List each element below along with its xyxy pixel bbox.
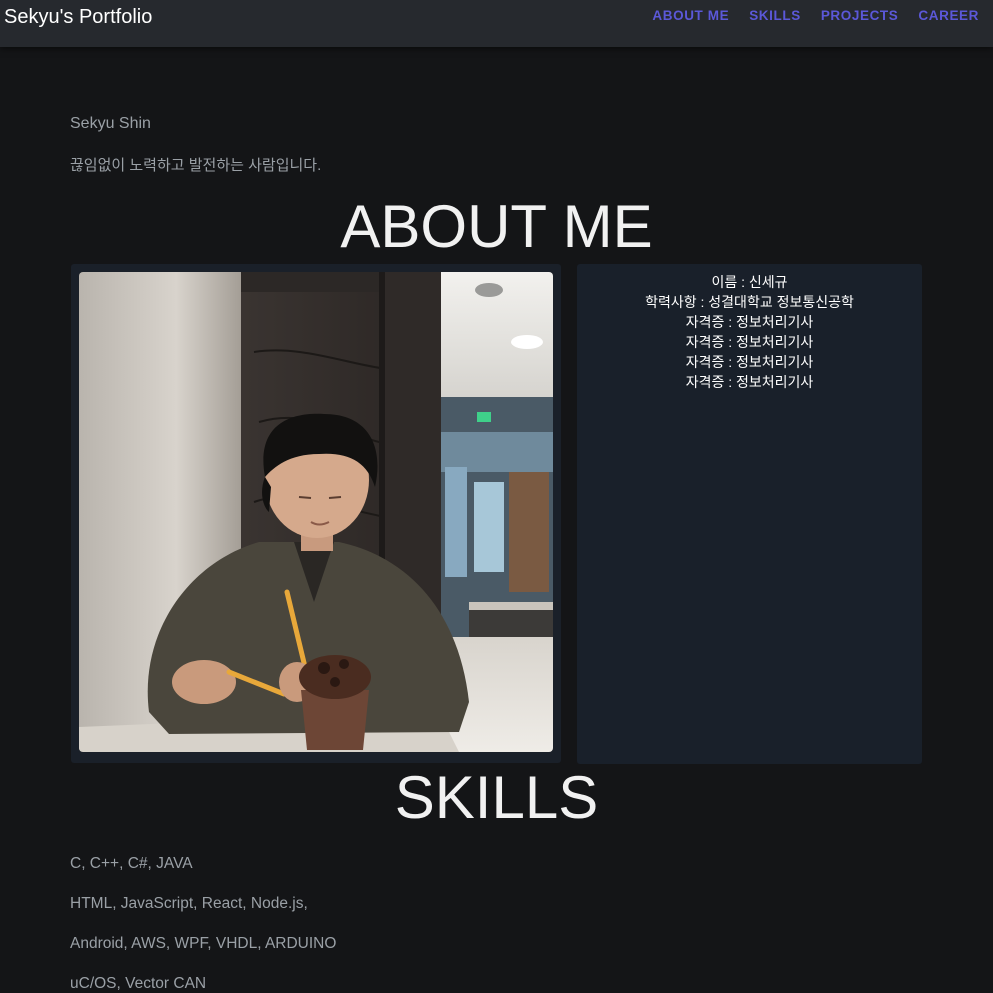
skill-item: Android, AWS, WPF, VHDL, ARDUINO [70,935,337,952]
top-navbar: Sekyu's Portfolio ABOUT ME SKILLS PROJEC… [0,0,993,47]
info-education: 학력사항 : 성결대학교 정보통신공학 [645,294,854,310]
main-nav: ABOUT ME SKILLS PROJECTS CAREER [652,8,979,24]
info-certificate: 자격증 : 정보처리기사 [685,354,814,370]
info-certificate: 자격증 : 정보처리기사 [685,374,814,390]
skill-item: C, C++, C#, JAVA [70,855,193,872]
nav-about-me[interactable]: ABOUT ME [652,8,729,24]
site-brand[interactable]: Sekyu's Portfolio [4,5,152,29]
about-me-heading: ABOUT ME [340,193,653,260]
info-certificate: 자격증 : 정보처리기사 [685,314,814,330]
skill-item: uC/OS, Vector CAN [70,975,207,992]
intro-name: Sekyu Shin [70,115,151,132]
profile-photo [79,272,553,752]
info-name: 이름 : 신세규 [711,274,788,290]
skills-heading: SKILLS [394,764,599,831]
intro-tagline: 끊임없이 노력하고 발전하는 사람입니다. [70,157,322,174]
info-certificate: 자격증 : 정보처리기사 [685,334,814,350]
nav-skills[interactable]: SKILLS [749,8,801,24]
about-info-card: 이름 : 신세규 학력사항 : 성결대학교 정보통신공학 자격증 : 정보처리기… [577,264,922,764]
nav-projects[interactable]: PROJECTS [821,8,899,24]
nav-career[interactable]: CAREER [918,8,979,24]
profile-photo-card [71,264,561,763]
skill-item: HTML, JavaScript, React, Node.js, [70,895,308,912]
